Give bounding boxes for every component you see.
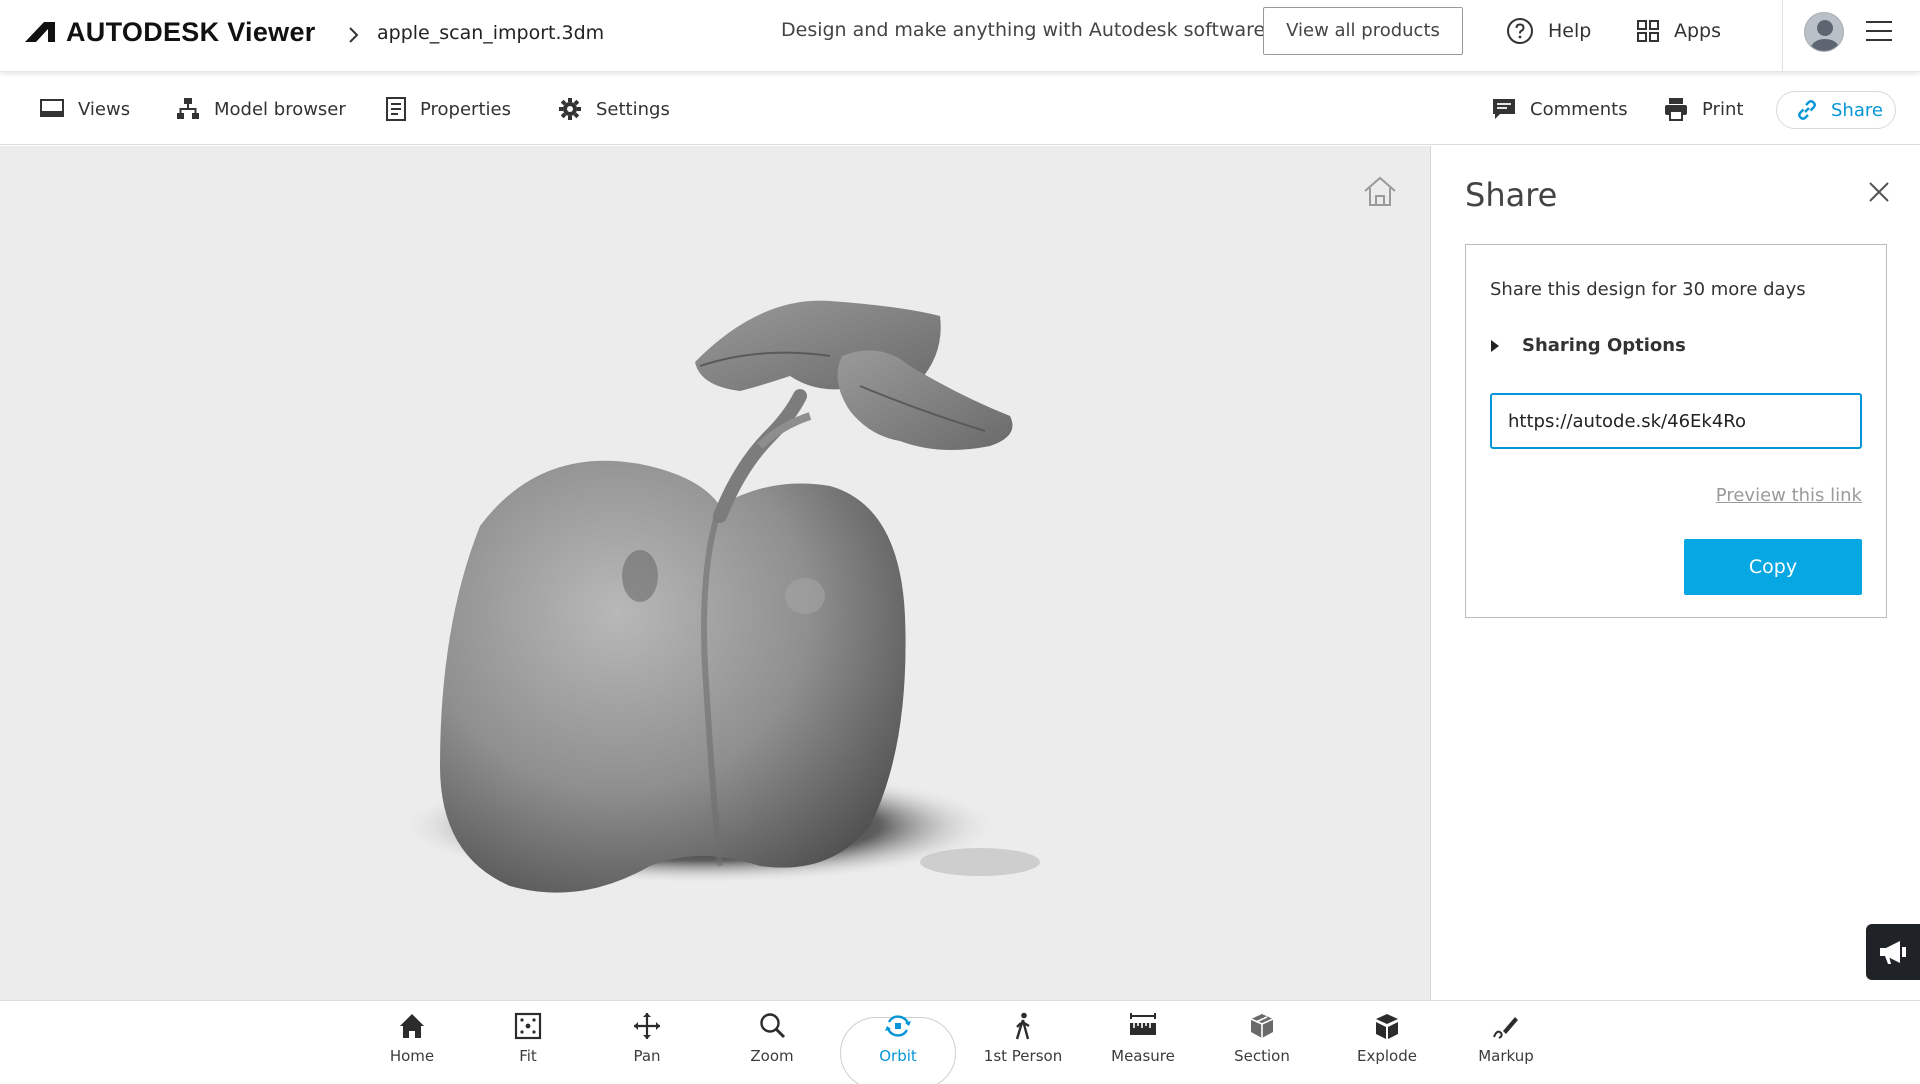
zoom-icon [760,1013,786,1039]
section-tool-label: Section [1234,1047,1290,1065]
preview-link[interactable]: Preview this link [1710,485,1862,506]
close-icon[interactable] [1867,180,1891,204]
avatar[interactable] [1804,12,1844,52]
brand[interactable]: AUTODESK Viewer [24,14,316,50]
measure-tool-label: Measure [1111,1047,1175,1065]
pan-tool-label: Pan [633,1047,661,1065]
user-avatar-icon [1809,20,1841,51]
chevron-right-icon [349,27,359,43]
viewer-toolbar: Views Model browser Properties Settings [0,73,1920,145]
home-tool[interactable]: Home [357,1011,467,1077]
settings-button[interactable]: Settings [558,95,670,123]
section-icon [1250,1014,1274,1038]
home-icon [400,1014,424,1038]
share-card: Share this design for 30 more days Shari… [1465,244,1887,618]
explode-tool[interactable]: Explode [1332,1011,1442,1077]
sharing-options-label: Sharing Options [1522,335,1686,356]
apps-button[interactable]: Apps [1636,14,1721,48]
view-all-products-button[interactable]: View all products [1263,7,1463,55]
header-divider [1782,0,1783,72]
file-name: apple_scan_import.3dm [377,22,605,44]
gear-icon [559,98,581,120]
model-browser-button[interactable]: Model browser [176,95,346,123]
explode-tool-label: Explode [1357,1047,1417,1065]
apple-scan-model[interactable] [0,146,1430,1000]
fit-tool[interactable]: Fit [473,1011,583,1077]
markup-tool-label: Markup [1478,1047,1534,1065]
navigation-toolbar: Home Fit Pan Zoom Orbit 1st Person Measu… [0,1000,1920,1084]
first-person-tool[interactable]: 1st Person [968,1011,1078,1077]
first-person-tool-label: 1st Person [983,1047,1063,1065]
orbit-tool[interactable]: Orbit [843,1011,953,1077]
measure-tool[interactable]: Measure [1088,1011,1198,1077]
views-button[interactable]: Views [40,95,130,123]
model-browser-icon [177,98,199,119]
apps-grid-icon [1637,20,1659,42]
home-view-icon[interactable] [1362,174,1398,208]
measure-icon [1130,1013,1156,1035]
markup-icon [1493,1017,1518,1039]
help-label: Help [1548,20,1592,42]
views-label: Views [78,98,131,120]
zoom-tool[interactable]: Zoom [717,1011,827,1077]
panel-title: Share [1465,176,1558,214]
explode-icon [1376,1014,1398,1039]
print-label: Print [1702,98,1744,120]
copy-button[interactable]: Copy [1684,539,1862,595]
comments-button[interactable]: Comments [1492,95,1628,123]
viewer-canvas[interactable] [0,146,1430,1000]
help-button[interactable]: Help [1506,14,1591,48]
fit-icon [514,1012,542,1040]
section-tool[interactable]: Section [1207,1011,1317,1077]
pan-icon [634,1013,660,1039]
share-link-input[interactable] [1490,393,1862,449]
share-panel: Share Share this design for 30 more days… [1430,146,1920,1000]
orbit-icon [885,1015,911,1037]
model-browser-label: Model browser [214,98,346,120]
comment-icon [1493,99,1515,119]
fit-tool-label: Fit [519,1047,537,1065]
zoom-tool-label: Zoom [750,1047,794,1065]
views-icon [40,99,64,117]
share-button[interactable]: Share [1776,91,1896,129]
markup-tool[interactable]: Markup [1451,1011,1561,1077]
sharing-options-toggle[interactable]: Sharing Options [1490,335,1686,356]
home-tool-label: Home [389,1047,435,1065]
properties-label: Properties [420,98,511,120]
megaphone-icon [1880,941,1906,964]
first-person-icon [1015,1012,1030,1040]
hamburger-menu-icon[interactable] [1866,20,1892,42]
pan-tool[interactable]: Pan [592,1011,702,1077]
share-label: Share [1831,99,1883,121]
help-icon [1507,18,1533,44]
properties-button[interactable]: Properties [386,95,511,123]
share-duration-text: Share this design for 30 more days [1490,279,1806,300]
settings-label: Settings [596,98,670,120]
apps-label: Apps [1674,20,1722,42]
link-icon [1798,100,1816,120]
properties-icon [386,97,406,121]
brand-name: AUTODESK Viewer [66,16,316,47]
orbit-tool-label: Orbit [879,1047,917,1065]
print-button[interactable]: Print [1664,95,1743,123]
printer-icon [1665,98,1687,121]
top-header: AUTODESK Viewer apple_scan_import.3dm De… [0,0,1920,72]
comments-label: Comments [1530,98,1628,120]
promo-tagline: Design and make anything with Autodesk s… [781,19,1266,41]
autodesk-logo-icon [25,22,55,42]
caret-right-icon [1491,339,1499,352]
feedback-button[interactable] [1866,924,1920,980]
